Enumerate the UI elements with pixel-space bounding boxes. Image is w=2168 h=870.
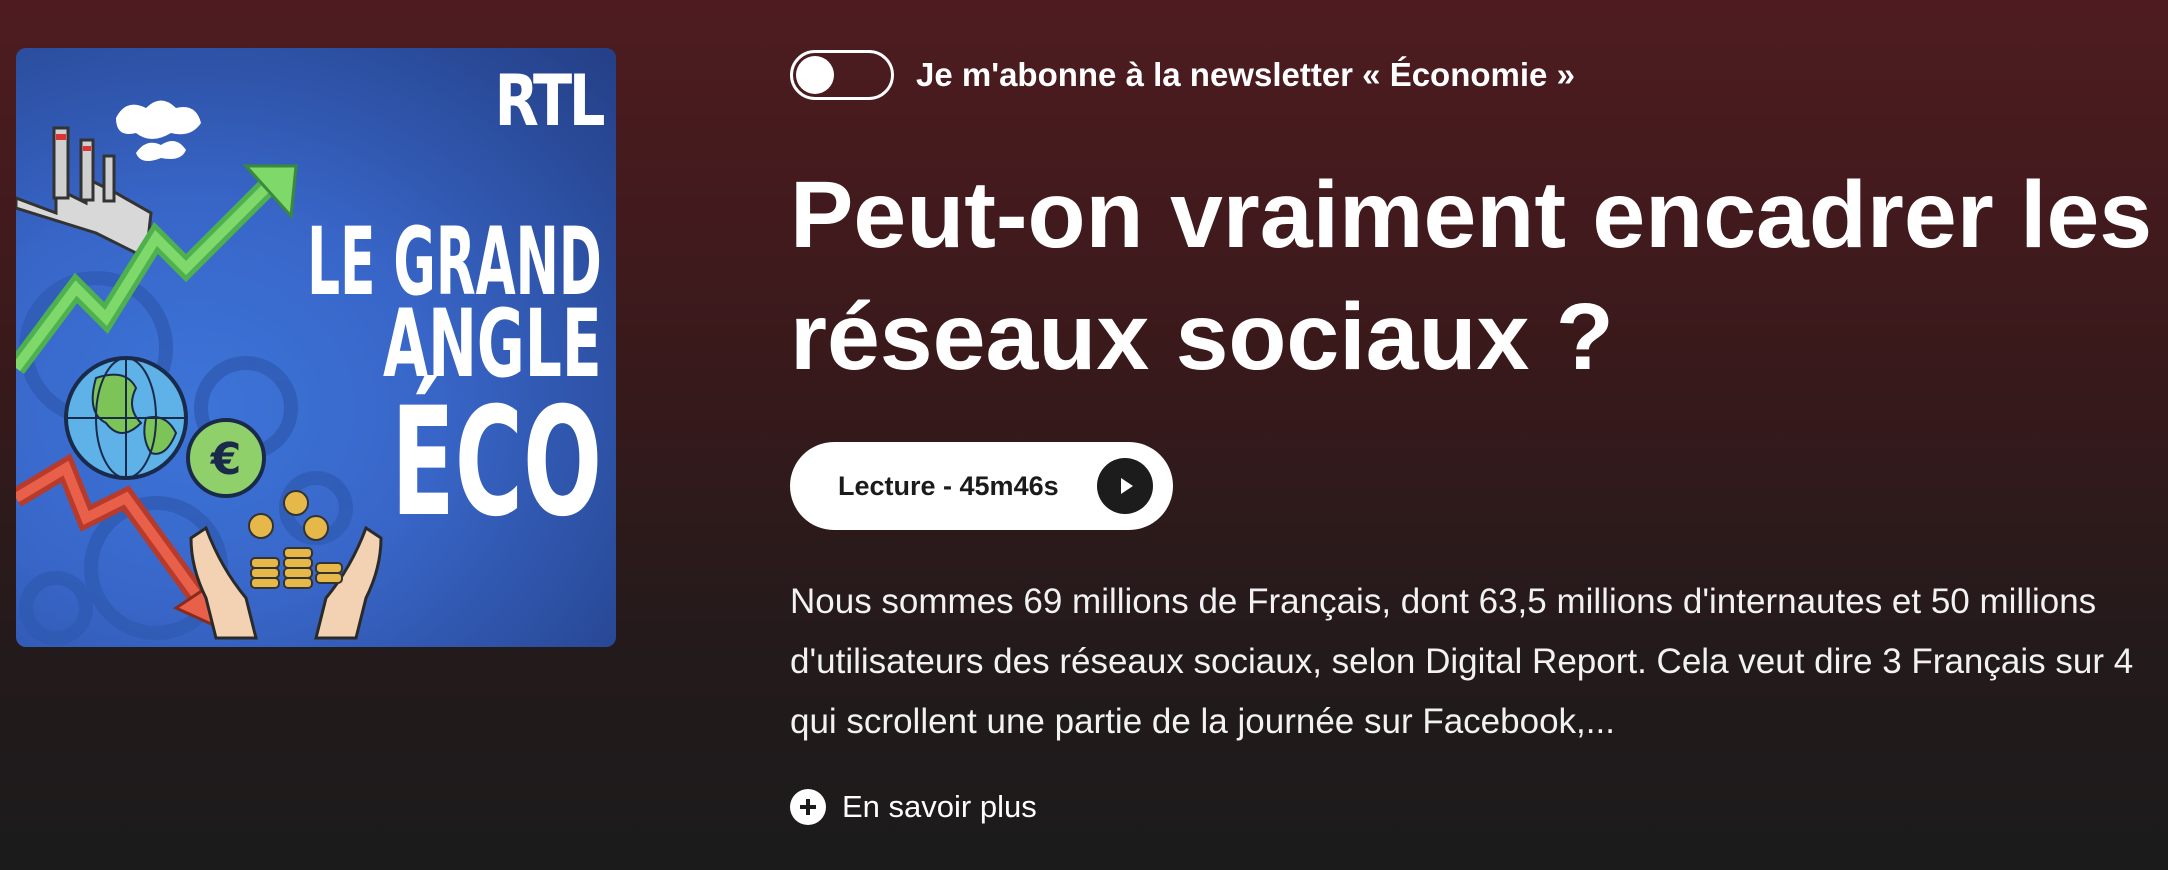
newsletter-toggle[interactable] xyxy=(790,50,894,100)
read-more-link[interactable]: En savoir plus xyxy=(790,789,1037,825)
newsletter-label: Je m'abonne à la newsletter « Économie » xyxy=(916,56,1575,93)
episode-title: Peut-on vraiment encadrer les réseaux so… xyxy=(790,162,2153,390)
play-button-label: Lecture - 45m46s xyxy=(838,470,1059,501)
episode-description: Nous sommes 69 millions de Français, don… xyxy=(790,582,2134,741)
factory-icon xyxy=(16,100,201,261)
newsletter-subscribe: Je m'abonne à la newsletter « Économie » xyxy=(790,48,1575,102)
play-button[interactable]: Lecture - 45m46s xyxy=(790,442,1173,530)
podcast-cover: € RTL LE GRAND ANGLE ÉCO xyxy=(16,48,616,647)
cover-title-line3: ÉCO xyxy=(391,376,602,550)
read-more-label: En savoir plus xyxy=(842,789,1037,824)
euro-coin-icon: € xyxy=(186,418,266,498)
svg-text:€: € xyxy=(210,434,242,485)
cover-brand-logo: RTL xyxy=(494,60,605,142)
toggle-knob xyxy=(796,56,834,94)
play-icon xyxy=(1097,458,1153,514)
globe-icon xyxy=(64,356,188,480)
plus-circle-icon xyxy=(790,789,826,825)
